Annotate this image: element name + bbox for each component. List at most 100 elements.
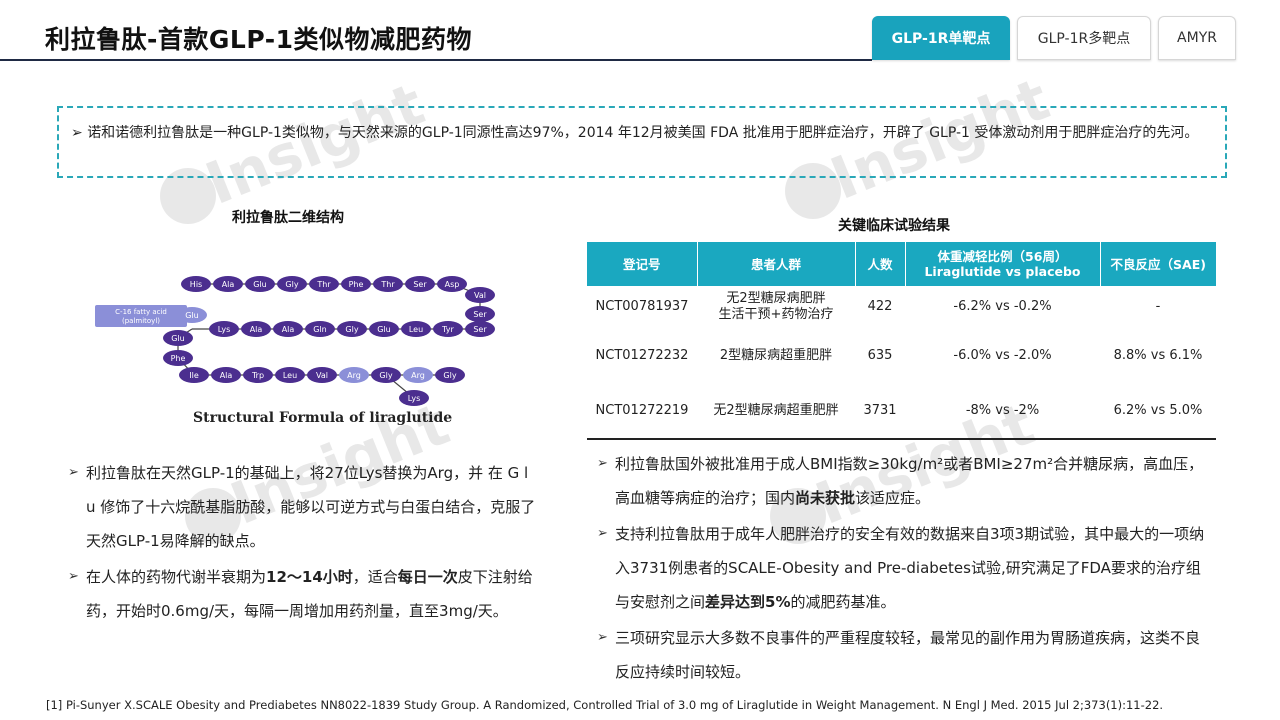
cell-population: 2型糖尿病超重肥胖	[719, 347, 833, 363]
structure-caption: Structural Formula of liraglutide	[193, 410, 453, 426]
svg-text:Tyr: Tyr	[441, 325, 454, 334]
svg-text:Ala: Ala	[220, 371, 233, 380]
amino-acid-lys: Lys	[399, 390, 429, 406]
svg-text:Ala: Ala	[282, 325, 295, 334]
svg-text:Arg: Arg	[411, 371, 425, 380]
tab-amyr[interactable]: AMYR	[1158, 16, 1236, 60]
bullet-emphasis: 尚未获批	[795, 489, 856, 507]
bullet-emphasis: 差异达到5%	[705, 593, 791, 611]
amino-acid-ala: Ala	[213, 276, 243, 292]
amino-acid-asp: Asp	[437, 276, 467, 292]
table-row: NCT01272232 2型糖尿病超重肥胖 635 -6.0% vs -2.0%…	[587, 328, 1216, 383]
cell-registration-id: NCT01272219	[587, 383, 697, 440]
svg-text:Trp: Trp	[251, 371, 264, 380]
amino-acid-thr: Thr	[373, 276, 403, 292]
svg-text:Glu: Glu	[171, 334, 185, 343]
svg-text:Lys: Lys	[218, 325, 231, 334]
cell-sample-size: 422	[867, 299, 893, 314]
amino-acid-glu: Glu	[245, 276, 275, 292]
svg-text:Leu: Leu	[409, 325, 423, 334]
cell-population: 无2型糖尿病肥胖 生活干预+药物治疗	[697, 286, 855, 328]
amino-acid-trp: Trp	[243, 367, 273, 383]
svg-text:Val: Val	[316, 371, 328, 380]
amino-acid-val: Val	[465, 287, 495, 303]
amino-acid-leu: Leu	[401, 321, 431, 337]
cell-sae: -	[1155, 299, 1161, 314]
cell-weight-loss: -6.2% vs -0.2%	[953, 299, 1052, 314]
cell-registration-id: NCT00781937	[595, 299, 689, 314]
header-population: 患者人群	[697, 242, 856, 286]
amino-acid-ser: Ser	[465, 306, 495, 322]
page-title: 利拉鲁肽-首款GLP-1类似物减肥药物	[45, 25, 472, 54]
svg-text:Phe: Phe	[349, 280, 364, 289]
tab-glp1r-multi-target[interactable]: GLP-1R多靶点	[1017, 16, 1151, 60]
cell-registration-id: NCT01272232	[595, 347, 689, 363]
amino-acid-gly: Gly	[277, 276, 307, 292]
svg-text:Gly: Gly	[443, 371, 456, 380]
amino-acid-ala: Ala	[211, 367, 241, 383]
tab-glp1r-single-target[interactable]: GLP-1R单靶点	[872, 16, 1010, 60]
cell-population-line: 无2型糖尿病肥胖	[726, 291, 826, 306]
amino-acid-ser: Ser	[465, 321, 495, 337]
svg-text:Gly: Gly	[379, 371, 392, 380]
header-sae: 不良反应（SAE)	[1100, 242, 1216, 286]
amino-acid-gly: Gly	[337, 321, 367, 337]
intro-box: ➢ 诺和诺德利拉鲁肽是一种GLP-1类似物，与天然来源的GLP-1同源性高达97…	[57, 106, 1227, 178]
right-bullet-list: 利拉鲁肽国外被批准用于成人BMI指数≥30kg/m²或者BMI≥27m²合并糖尿…	[597, 447, 1212, 689]
svg-text:Ser: Ser	[473, 325, 487, 334]
amino-acid-ile: Ile	[179, 367, 209, 383]
amino-acid-thr: Thr	[309, 276, 339, 292]
cell-sae: 6.2% vs 5.0%	[1100, 383, 1216, 440]
amino-acid-gln: Gln	[305, 321, 335, 337]
svg-text:His: His	[190, 280, 202, 289]
cell-weight-loss: -6.0% vs -2.0%	[953, 347, 1052, 363]
svg-text:(palmitoyl): (palmitoyl)	[122, 317, 160, 325]
svg-text:Glu: Glu	[185, 311, 199, 320]
amino-acid-tyr: Tyr	[433, 321, 463, 337]
svg-text:Ala: Ala	[250, 325, 263, 334]
amino-acid-glu: Glu	[163, 330, 193, 346]
right-bullet-2: 支持利拉鲁肽用于成年人肥胖治疗的安全有效的数据来自3项3期试验，其中最大的一项纳…	[597, 517, 1212, 619]
svg-text:Ile: Ile	[189, 371, 199, 380]
header-registration-id: 登记号	[587, 242, 698, 286]
svg-text:Thr: Thr	[316, 280, 331, 289]
bullet-text: 三项研究显示大多数不良事件的严重程度较轻，最常见的副作用为胃肠道疾病，这类不良反…	[615, 629, 1201, 681]
amino-acid-gly: Gly	[371, 367, 401, 383]
svg-text:Glu: Glu	[253, 280, 267, 289]
svg-text:Thr: Thr	[380, 280, 395, 289]
bullet-text: 利拉鲁肽在天然GLP-1的基础上，将27位Lys替换为Arg，并 在 G l u…	[86, 464, 536, 550]
amino-acid-val: Val	[307, 367, 337, 383]
amino-acid-phe: Phe	[341, 276, 371, 292]
amino-acid-lys: Lys	[209, 321, 239, 337]
svg-text:C-16 fatty acid: C-16 fatty acid	[115, 308, 167, 316]
cell-weight-loss: -8% vs -2%	[905, 383, 1100, 440]
bullet-text: 的减肥药基准。	[790, 593, 896, 611]
cell-population: 无2型糖尿病超重肥胖	[697, 383, 855, 440]
amino-acid-ala: Ala	[273, 321, 303, 337]
svg-text:Ser: Ser	[413, 280, 427, 289]
right-bullet-3: 三项研究显示大多数不良事件的严重程度较轻，最常见的副作用为胃肠道疾病，这类不良反…	[597, 621, 1212, 689]
amino-acid-glu: Glu	[177, 307, 207, 323]
intro-text: ➢ 诺和诺德利拉鲁肽是一种GLP-1类似物，与天然来源的GLP-1同源性高达97…	[71, 125, 1199, 141]
svg-text:Gln: Gln	[313, 325, 327, 334]
svg-text:Arg: Arg	[347, 371, 361, 380]
svg-text:Gly: Gly	[345, 325, 358, 334]
left-bullet-list: 利拉鲁肽在天然GLP-1的基础上，将27位Lys替换为Arg，并 在 G l u…	[68, 456, 538, 628]
amino-acid-phe: Phe	[163, 350, 193, 366]
left-bullet-2: 在人体的药物代谢半衰期为12～14小时，适合每日一次皮下注射给药，开始时0.6m…	[68, 560, 538, 628]
bullet-text: 支持利拉鲁肽用于成年人肥胖治疗的安全有效的数据来自3项3期试验，其中最大的一项纳…	[615, 525, 1205, 611]
left-bullet-1: 利拉鲁肽在天然GLP-1的基础上，将27位Lys替换为Arg，并 在 G l u…	[68, 456, 538, 558]
svg-text:Asp: Asp	[445, 280, 460, 289]
title-divider	[0, 59, 872, 61]
svg-text:Leu: Leu	[283, 371, 297, 380]
header-weight-loss: 体重减轻比例（56周） Liraglutide vs placebo	[905, 242, 1101, 286]
table-header-row: 登记号 患者人群 人数 体重减轻比例（56周） Liraglutide vs p…	[587, 242, 1216, 286]
amino-acid-arg: Arg	[339, 367, 369, 383]
svg-text:Ala: Ala	[222, 280, 235, 289]
fatty-acid-label: C-16 fatty acid(palmitoyl)	[95, 305, 187, 327]
bullet-text: 在人体的药物代谢半衰期为	[86, 568, 267, 586]
svg-text:Ser: Ser	[473, 310, 487, 319]
table-row: NCT01272219 无2型糖尿病超重肥胖 3731 -8% vs -2% 6…	[587, 383, 1216, 440]
header-weight-loss-line1: 体重减轻比例（56周）	[937, 249, 1068, 264]
amino-acid-ser: Ser	[405, 276, 435, 292]
